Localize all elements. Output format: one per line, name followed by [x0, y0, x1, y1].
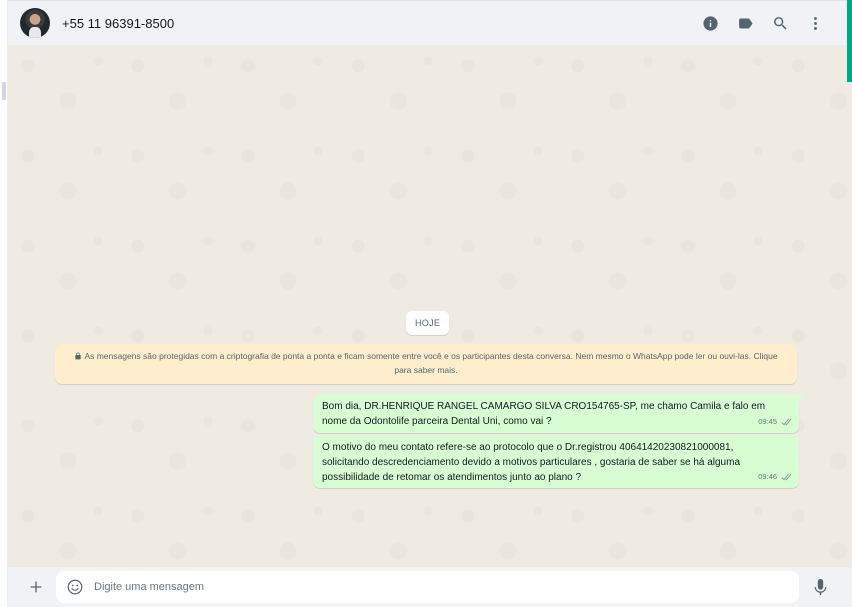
double-check-icon: [781, 473, 792, 480]
encryption-notice[interactable]: As mensagens são protegidas com a cripto…: [55, 344, 797, 384]
attach-button[interactable]: [16, 567, 56, 607]
message-time: 09:46: [758, 472, 777, 481]
message-text: O motivo do meu contato refere-se ao pro…: [322, 442, 741, 483]
chat-panel[interactable]: HOJE As mensagens são protegidas com a c…: [8, 46, 847, 567]
contact-name[interactable]: +55 11 96391-8500: [62, 16, 174, 31]
info-icon: [703, 15, 718, 31]
contact-info-button[interactable]: [693, 6, 728, 41]
label-icon: [739, 18, 753, 28]
window-left-strip: [0, 0, 8, 607]
message-input[interactable]: [90, 572, 799, 602]
double-check-icon: [781, 418, 792, 425]
contact-avatar[interactable]: [20, 8, 50, 38]
outgoing-message[interactable]: O motivo do meu contato refere-se ao pro…: [313, 435, 799, 488]
voice-message-button[interactable]: [800, 567, 840, 607]
mic-icon: [814, 578, 826, 596]
message-meta: 09:46: [758, 469, 792, 484]
right-accent-bar: [847, 0, 852, 82]
message-meta: 09:45: [758, 414, 792, 429]
lock-icon: [75, 352, 82, 360]
header-actions: [693, 6, 833, 41]
scroll-marker: [2, 82, 6, 100]
menu-dots-icon: [814, 16, 817, 30]
message-text: Bom dia, DR.HENRIQUE RANGEL CAMARGO SILV…: [322, 401, 766, 427]
plus-icon: [30, 581, 42, 593]
outgoing-message[interactable]: Bom dia, DR.HENRIQUE RANGEL CAMARGO SILV…: [313, 394, 805, 433]
date-divider: HOJE: [406, 311, 450, 335]
search-button[interactable]: [763, 6, 798, 41]
chat-panel-edge: [847, 82, 852, 567]
message-time: 09:45: [758, 417, 777, 426]
chat-header[interactable]: +55 11 96391-8500: [8, 0, 847, 46]
message-input-wrapper: [56, 571, 799, 603]
label-button[interactable]: [728, 6, 763, 41]
menu-button[interactable]: [798, 6, 833, 41]
message-composer: [8, 567, 852, 607]
emoji-button[interactable]: [60, 572, 90, 602]
search-icon: [774, 16, 787, 30]
emoji-icon: [67, 579, 83, 595]
encryption-notice-text: As mensagens são protegidas com a cripto…: [84, 351, 778, 375]
